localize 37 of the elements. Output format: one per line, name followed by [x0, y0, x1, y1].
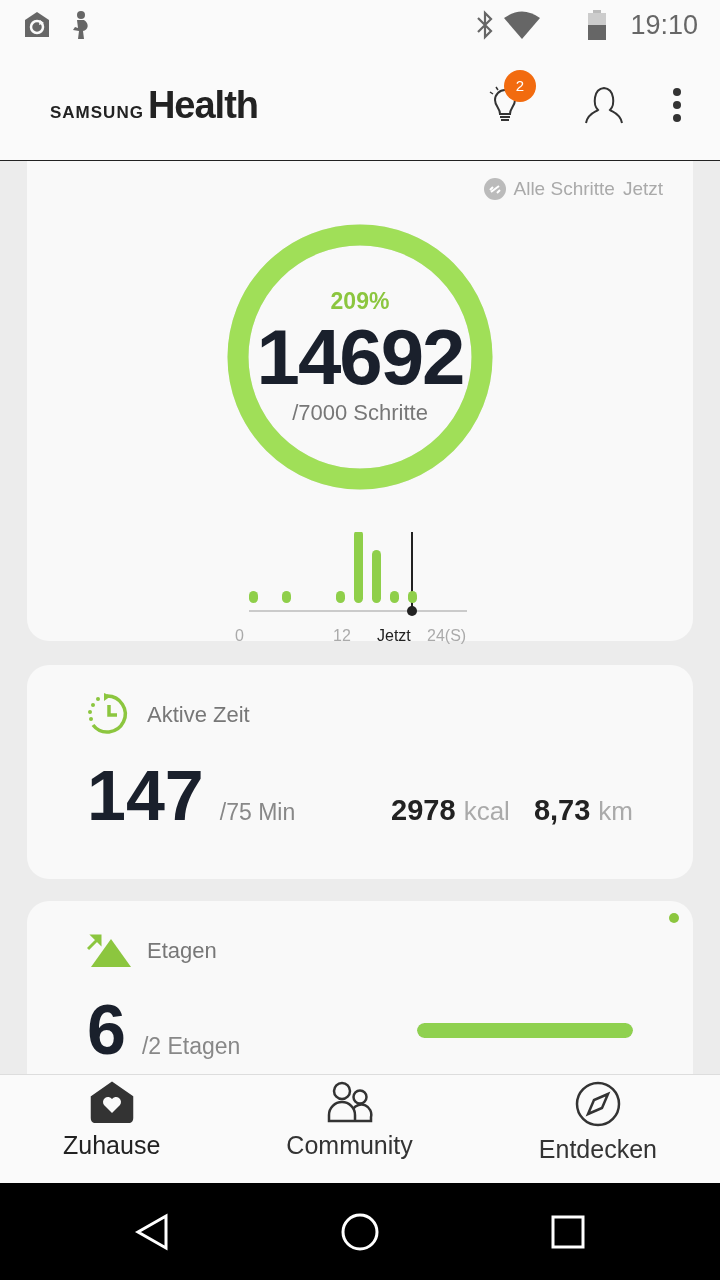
home-heart-icon — [89, 1081, 134, 1123]
card-title: Aktive Zeit — [147, 700, 250, 729]
profile-button[interactable] — [584, 85, 624, 125]
distance-value: 8,73 — [533, 793, 591, 828]
updated-time-text: Jetzt — [622, 177, 663, 201]
step-count: 14692 — [256, 318, 464, 397]
steps-source-text: Alle Schritte — [513, 177, 615, 201]
floors-value: 6 — [87, 995, 126, 1065]
distance-unit: km — [598, 795, 633, 828]
more-menu-icon — [672, 88, 682, 122]
compass-icon — [574, 1081, 621, 1127]
clock-time: 19:10 — [630, 8, 698, 42]
notification-badge: 2 — [504, 70, 536, 102]
calories-value: 2978 — [391, 793, 456, 828]
goal-percent-text: 209% — [330, 286, 390, 316]
nav-tab[interactable]: Community — [286, 1075, 413, 1183]
logo-brand-text: SAMSUNG — [50, 101, 144, 124]
battery-icon — [588, 10, 607, 40]
more-options-button[interactable] — [672, 88, 682, 122]
active-minutes-goal: /75 Min — [219, 798, 296, 827]
person-outline-icon — [584, 85, 624, 125]
mountain-arrow-icon — [87, 933, 131, 967]
wifi-icon — [504, 11, 541, 39]
axis-label: 24(S) — [427, 625, 467, 646]
logo-product-text: Health — [147, 82, 259, 128]
axis-label: 12 — [333, 625, 351, 646]
card-title: Etagen — [147, 936, 217, 965]
step-goal-text: /7000 Schritte — [292, 399, 428, 428]
nav-tab[interactable]: Entdecken — [538, 1075, 657, 1183]
now-label: Jetzt — [377, 625, 411, 646]
calories-unit: kcal — [463, 795, 510, 828]
home-button[interactable] — [340, 1211, 380, 1252]
nav-tab[interactable]: Zuhause — [63, 1075, 161, 1183]
active-minutes-value: 147 — [87, 761, 204, 831]
axis-label: 0 — [235, 625, 244, 646]
people-icon — [326, 1081, 373, 1123]
floors-goal: /2 Etagen — [141, 1032, 241, 1061]
